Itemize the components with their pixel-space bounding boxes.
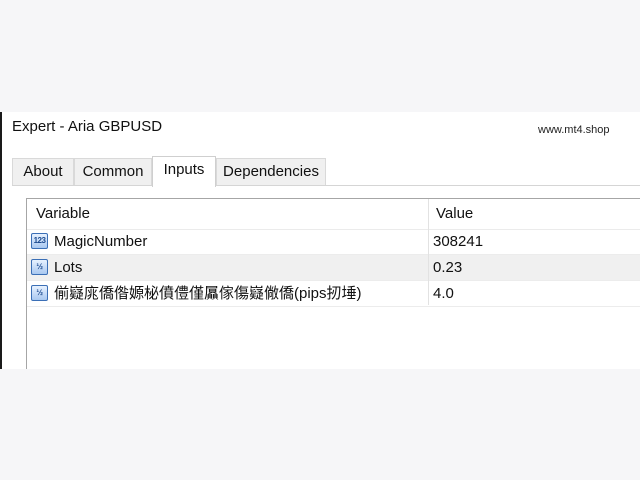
integer-param-icon: 123 [31,233,48,249]
background-bottom [0,369,640,480]
watermark-text: www.mt4.shop [538,124,610,136]
window-edge [0,112,2,369]
background-top [0,0,640,112]
dialog-title: Expert - Aria GBPUSD [12,118,163,135]
tab-common[interactable]: Common [74,158,152,186]
inputs-table: Variable Value 123 MagicNumber 308241 ½ … [26,198,640,369]
variable-name: 偂嶷庣僑偺嫄柲僨僼僅屭傢傷嶷僘僑(pips扨埵) [54,285,362,302]
tab-inputs[interactable]: Inputs [152,156,216,187]
double-param-icon: ½ [31,285,48,301]
variable-value[interactable]: 4.0 [433,281,454,307]
tab-strip: About Common Inputs Dependencies [12,156,640,187]
table-row[interactable]: ½ Lots 0.23 [27,255,640,281]
variable-value[interactable]: 0.23 [433,255,462,281]
column-divider[interactable] [428,199,429,305]
column-header-variable[interactable]: Variable [36,199,90,229]
expert-properties-dialog: Expert - Aria GBPUSD www.mt4.shop About … [0,112,640,369]
variable-value[interactable]: 308241 [433,229,483,255]
tab-about[interactable]: About [12,158,74,186]
variable-name: Lots [54,259,83,276]
tab-strip-divider [12,185,640,186]
tab-dependencies[interactable]: Dependencies [216,158,326,186]
variable-name: MagicNumber [54,233,148,250]
table-row[interactable]: ½ 偂嶷庣僑偺嫄柲僨僼僅屭傢傷嶷僘僑(pips扨埵) 4.0 [27,281,640,307]
table-row[interactable]: 123 MagicNumber 308241 [27,229,640,255]
double-param-icon: ½ [31,259,48,275]
column-header-value[interactable]: Value [436,199,473,229]
